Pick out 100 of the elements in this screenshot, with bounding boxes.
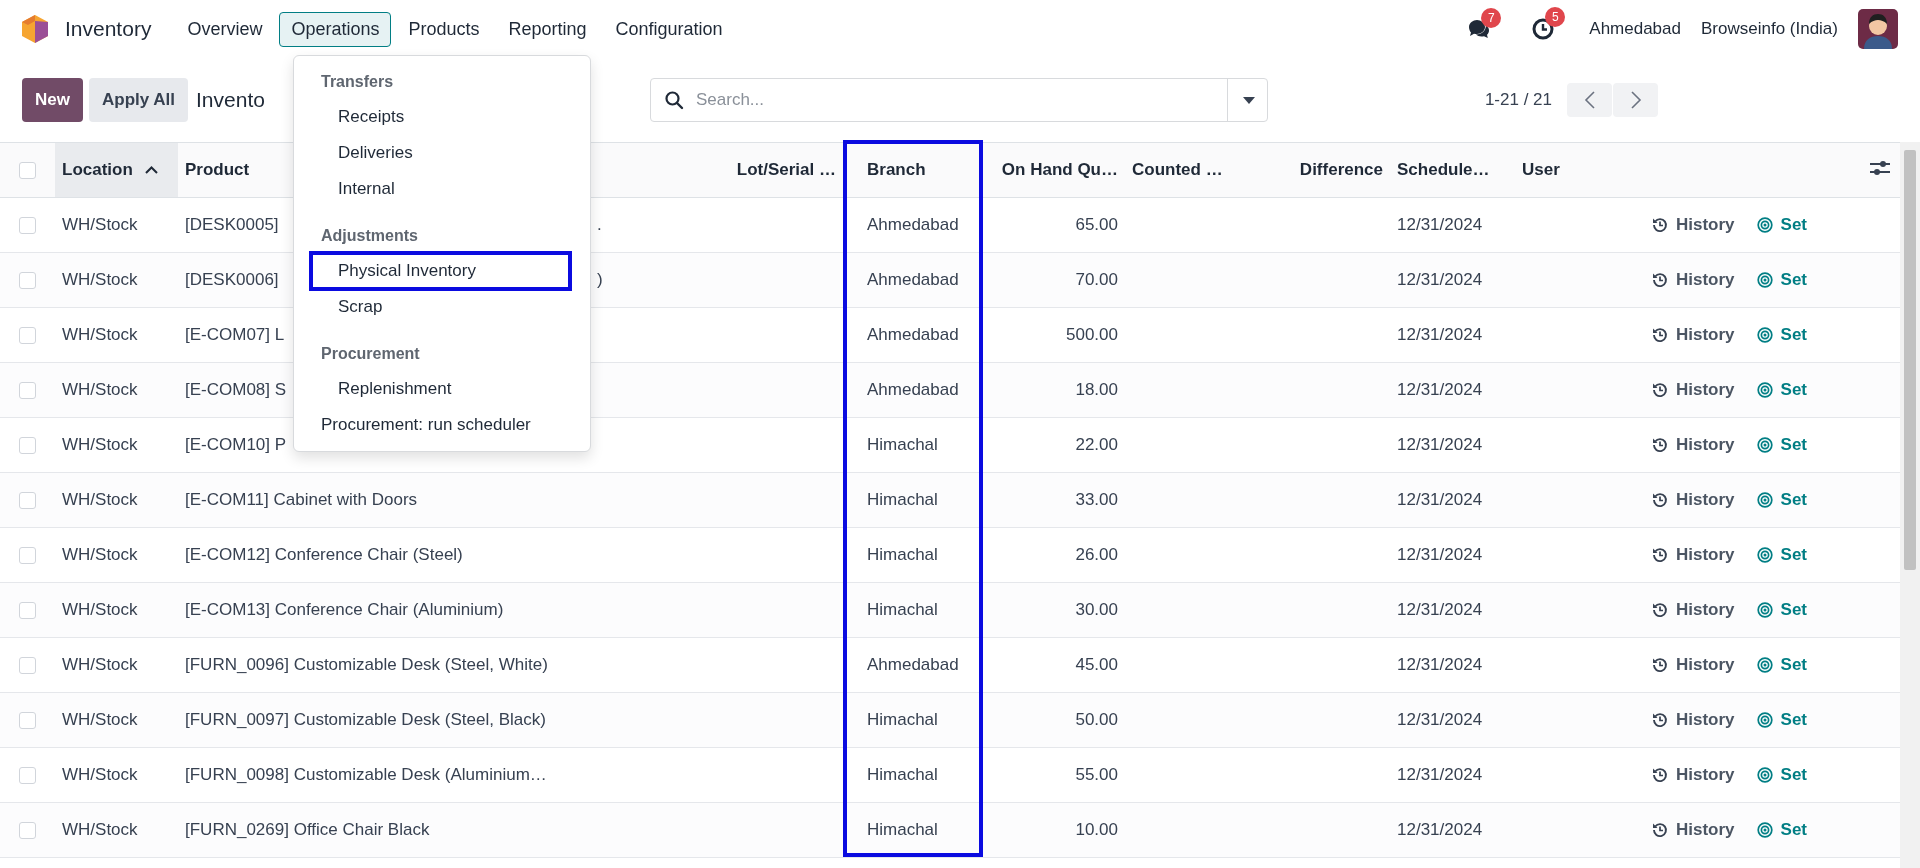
search-field[interactable]: Search... — [650, 78, 1268, 122]
menu-item[interactable]: Replenishment — [294, 371, 590, 407]
history-button[interactable]: History — [1652, 215, 1735, 235]
app-name[interactable]: Inventory — [65, 17, 152, 41]
history-icon — [1652, 657, 1668, 673]
caret-icon — [1243, 96, 1255, 104]
column-header[interactable]: Location — [55, 142, 178, 198]
checkbox[interactable] — [19, 822, 36, 839]
target-icon — [1756, 327, 1773, 343]
menu-item[interactable]: Reporting — [496, 11, 599, 47]
menu-item[interactable]: Products — [396, 11, 492, 47]
location-text: WH/Stock — [62, 765, 138, 784]
history-button[interactable]: History — [1652, 765, 1735, 785]
history-button[interactable]: History — [1652, 490, 1735, 510]
menu-item[interactable]: Deliveries — [294, 135, 590, 171]
history-icon — [1652, 217, 1668, 233]
scrollbar[interactable] — [1900, 142, 1920, 868]
checkbox[interactable] — [19, 437, 36, 454]
location-text: WH/Stock — [62, 820, 138, 839]
history-button[interactable]: History — [1652, 380, 1735, 400]
menu-item[interactable]: Physical Inventory — [309, 251, 572, 291]
apply-all-button[interactable]: Apply All — [88, 78, 188, 122]
column-header[interactable]: User — [1515, 142, 1640, 198]
previous-button[interactable] — [1567, 83, 1612, 117]
checkbox[interactable] — [19, 492, 36, 509]
history-button[interactable]: History — [1652, 820, 1735, 840]
column-header[interactable]: Counted … — [1125, 142, 1270, 198]
location-text: WH/Stock — [62, 325, 138, 344]
location-text: WH/Stock — [62, 380, 138, 399]
set-button[interactable]: Set — [1756, 380, 1808, 400]
set-button[interactable]: Set — [1756, 435, 1808, 455]
menu-item[interactable]: Operations — [279, 11, 392, 47]
checkbox[interactable] — [19, 712, 36, 729]
set-button[interactable]: Set — [1756, 710, 1808, 730]
checkbox[interactable] — [19, 602, 36, 619]
column-header[interactable]: On Hand Qu… — [980, 142, 1125, 198]
checkbox[interactable] — [19, 767, 36, 784]
checkbox[interactable] — [19, 217, 36, 234]
history-button[interactable]: History — [1652, 325, 1735, 345]
checkbox[interactable] — [19, 657, 36, 674]
branch-switcher[interactable]: Ahmedabad — [1589, 19, 1681, 39]
checkbox[interactable] — [19, 327, 36, 344]
scheduled-date: 12/31/2024 — [1397, 600, 1483, 619]
menu-item[interactable]: Receipts — [294, 99, 590, 135]
history-button[interactable]: History — [1652, 710, 1735, 730]
search-input[interactable]: Search... — [694, 89, 1227, 111]
history-button[interactable]: History — [1652, 545, 1735, 565]
new-button[interactable]: New — [22, 78, 83, 122]
target-icon — [1756, 547, 1773, 563]
product-name: [FURN_0269] Office Chair Black — [185, 820, 430, 839]
scrollbar-thumb[interactable] — [1904, 150, 1916, 570]
app-logo-icon[interactable] — [22, 15, 48, 43]
menu-item[interactable]: Procurement: run scheduler — [294, 407, 590, 443]
set-button[interactable]: Set — [1756, 600, 1808, 620]
menu-item[interactable]: Scrap — [294, 289, 590, 325]
history-icon — [1652, 492, 1668, 508]
column-header[interactable]: Branch — [860, 142, 980, 198]
set-button[interactable]: Set — [1756, 490, 1808, 510]
history-button[interactable]: History — [1652, 600, 1735, 620]
user-avatar[interactable] — [1858, 9, 1898, 49]
set-button[interactable]: Set — [1756, 765, 1808, 785]
history-button[interactable]: History — [1652, 270, 1735, 290]
scheduled-date: 12/31/2024 — [1397, 655, 1483, 674]
history-button[interactable]: History — [1652, 655, 1735, 675]
scheduled-date: 12/31/2024 — [1397, 765, 1483, 784]
menu-item[interactable]: Configuration — [603, 11, 735, 47]
checkbox[interactable] — [19, 272, 36, 289]
column-header[interactable]: Schedule… — [1390, 142, 1515, 198]
target-icon — [1756, 382, 1773, 398]
location-text: WH/Stock — [62, 490, 138, 509]
checkbox[interactable] — [19, 162, 36, 179]
set-button[interactable]: Set — [1756, 655, 1808, 675]
quantity-value: 22.00 — [1075, 435, 1118, 454]
target-icon — [1756, 217, 1773, 233]
branch-name: Himachal — [867, 490, 938, 509]
quantity-value: 26.00 — [1075, 545, 1118, 564]
column-header[interactable]: Difference — [1270, 142, 1390, 198]
set-button[interactable]: Set — [1756, 270, 1808, 290]
target-icon — [1756, 272, 1773, 288]
product-name: [DESK0006] — [185, 270, 279, 290]
menu-item[interactable]: Overview — [175, 11, 275, 47]
menu-item[interactable]: Internal — [294, 171, 590, 207]
scheduled-date: 12/31/2024 — [1397, 325, 1483, 344]
product-name: [E-COM10] P — [185, 435, 287, 454]
column-header[interactable]: Lot/Serial … — [725, 142, 860, 198]
breadcrumb-title: Invento — [196, 88, 265, 112]
target-icon — [1756, 437, 1773, 453]
set-button[interactable]: Set — [1756, 215, 1808, 235]
set-button[interactable]: Set — [1756, 820, 1808, 840]
set-button[interactable]: Set — [1756, 545, 1808, 565]
text-fragment: . — [597, 215, 602, 235]
history-button[interactable]: History — [1652, 435, 1735, 455]
next-button[interactable] — [1613, 83, 1658, 117]
quantity-value: 50.00 — [1075, 710, 1118, 729]
column-settings-icon[interactable] — [1870, 159, 1890, 176]
sort-caret-icon[interactable] — [144, 166, 158, 174]
set-button[interactable]: Set — [1756, 325, 1808, 345]
checkbox[interactable] — [19, 547, 36, 564]
company-switcher[interactable]: Browseinfo (India) — [1701, 19, 1838, 39]
checkbox[interactable] — [19, 382, 36, 399]
